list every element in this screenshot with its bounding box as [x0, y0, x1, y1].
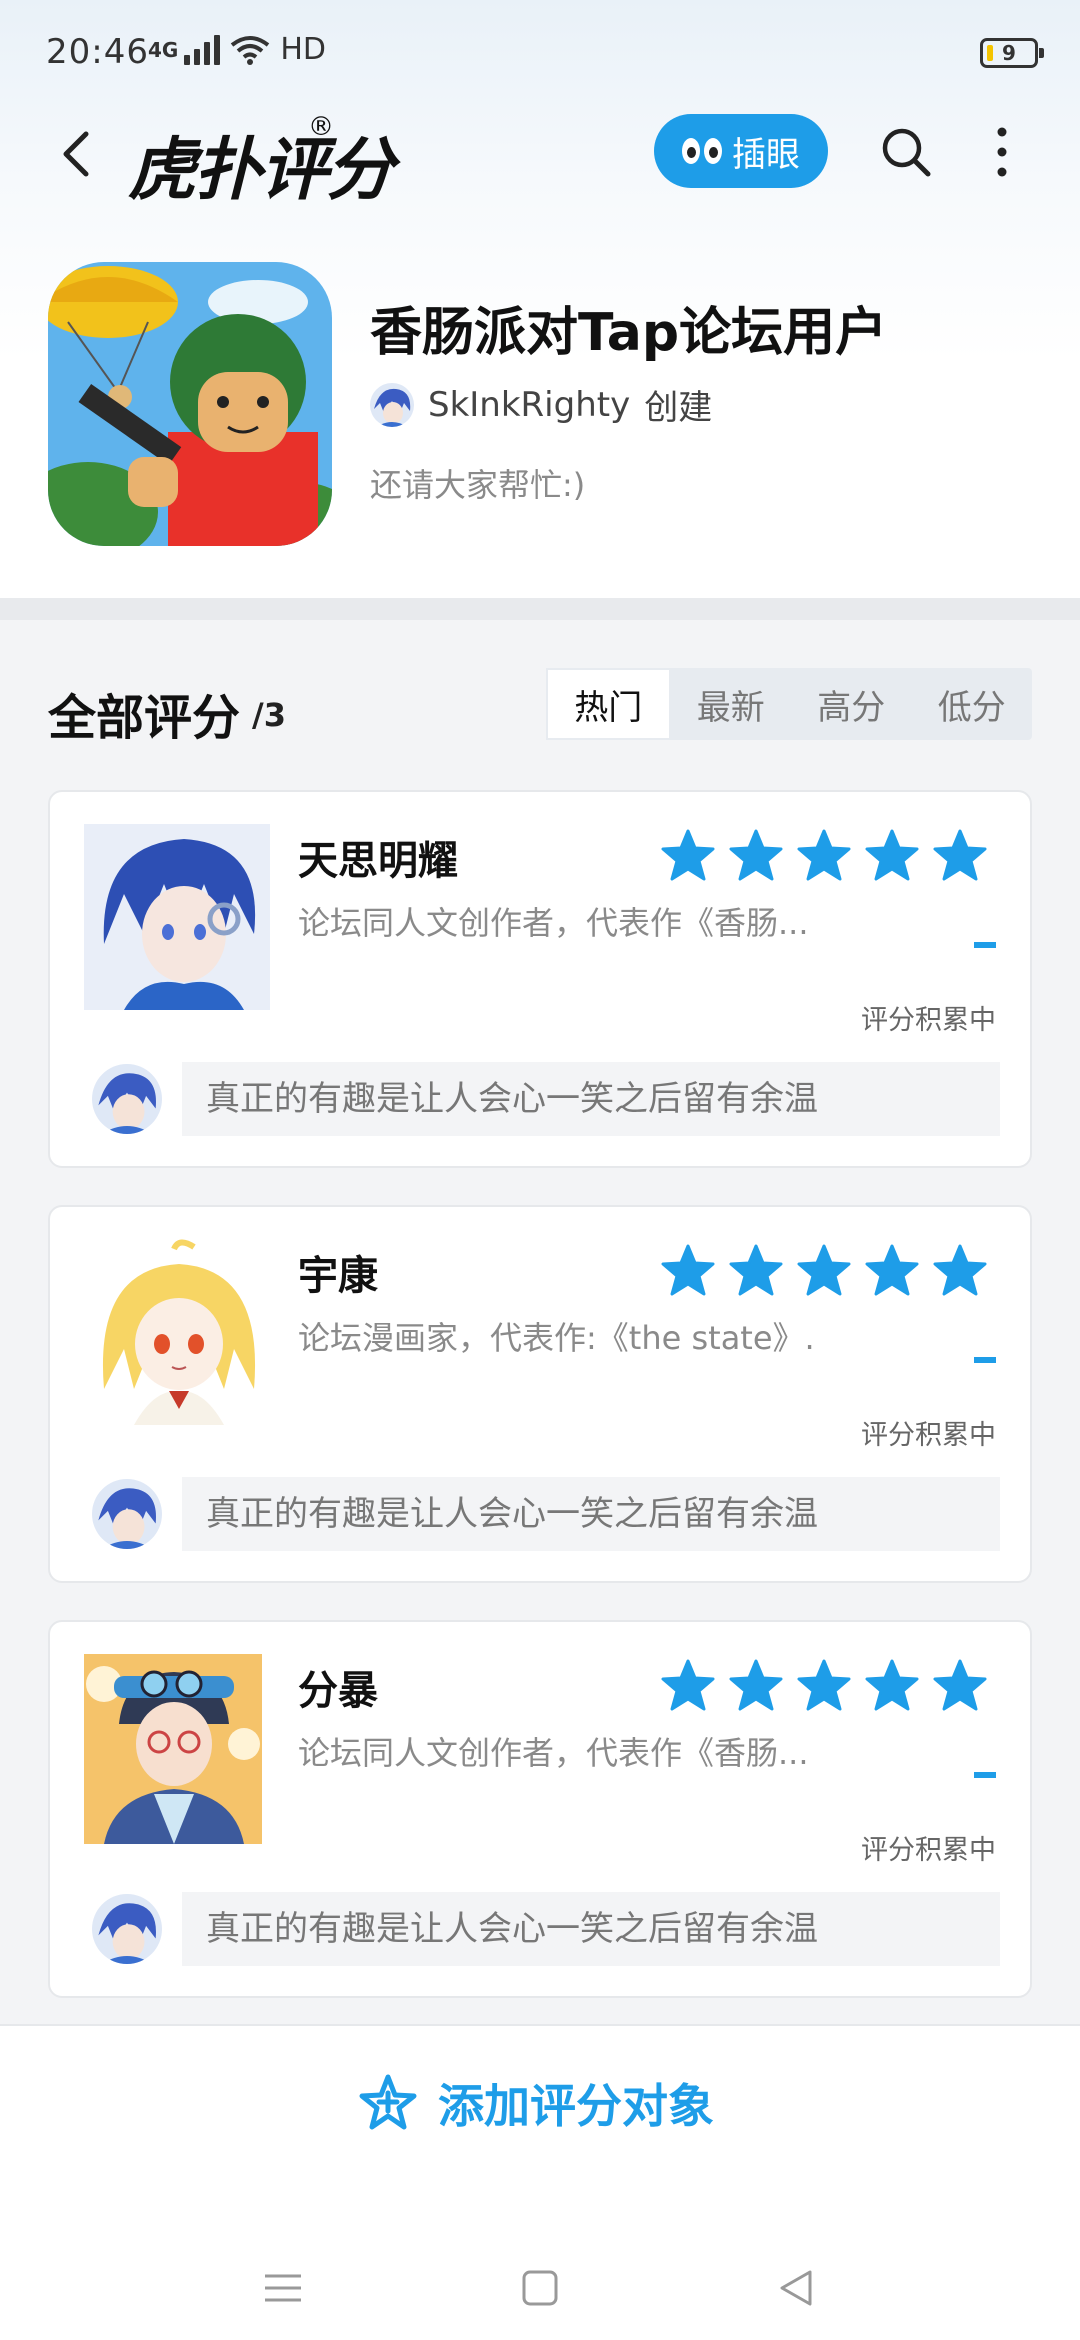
item-name: 分暴 — [298, 1668, 378, 1714]
star-icon[interactable] — [932, 828, 988, 884]
status-icons: 4G HD — [148, 32, 326, 67]
eyes-icon — [682, 138, 722, 164]
menu-icon[interactable] — [262, 2268, 304, 2308]
add-rating-object-label: 添加评分对象 — [438, 2079, 714, 2133]
rating-card[interactable]: 天思明耀 论坛同人文创作者，代表作《香肠... 评分积累中 真正的有趣是让人会心… — [48, 790, 1032, 1168]
peek-button[interactable]: 插眼 — [654, 114, 828, 188]
sort-tabs: 热门 最新 高分 低分 — [546, 668, 1032, 740]
creator-suffix: 创建 — [644, 388, 713, 428]
score-placeholder — [974, 1772, 996, 1778]
star-icon[interactable] — [728, 1243, 784, 1299]
item-subtitle: 论坛同人文创作者，代表作《香肠... — [298, 904, 809, 942]
star-icon[interactable] — [728, 828, 784, 884]
ratings-header: 全部评分 /3 热门 最新 高分 低分 — [0, 660, 1080, 750]
star-icon[interactable] — [660, 828, 716, 884]
logo-registered-mark: ® — [308, 112, 334, 142]
add-rating-object-button[interactable]: 添加评分对象 — [356, 2070, 714, 2136]
signal-icon — [184, 34, 221, 65]
star-icon[interactable] — [796, 1658, 852, 1714]
star-add-icon — [359, 2074, 417, 2130]
rating-status: 评分积累中 — [861, 1005, 996, 1036]
star-icon[interactable] — [932, 1243, 988, 1299]
star-icon[interactable] — [864, 828, 920, 884]
tab-low-score[interactable]: 低分 — [912, 668, 1033, 740]
score-placeholder — [974, 942, 996, 948]
section-divider — [0, 598, 1080, 620]
star-icon[interactable] — [796, 828, 852, 884]
score-placeholder — [974, 1357, 996, 1363]
status-time: 20:46 — [46, 32, 149, 72]
post-info: 香肠派对Tap论坛用户 SkInkRighty 创建 还请大家帮忙:) — [0, 260, 1080, 560]
item-avatar — [84, 1654, 262, 1844]
tab-high-score[interactable]: 高分 — [791, 668, 912, 740]
star-icon[interactable] — [864, 1658, 920, 1714]
nav-bar: 虎扑评分 ® 插眼 — [0, 108, 1080, 210]
back-button[interactable] — [50, 126, 106, 182]
item-name: 天思明耀 — [298, 838, 458, 884]
star-rating[interactable] — [660, 828, 988, 884]
commenter-avatar — [92, 1894, 162, 1964]
wifi-icon — [231, 35, 270, 65]
post-creator[interactable]: SkInkRighty 创建 — [370, 380, 712, 429]
star-icon[interactable] — [660, 1243, 716, 1299]
star-rating[interactable] — [660, 1243, 988, 1299]
ratings-title: 全部评分 — [48, 690, 241, 746]
rating-card[interactable]: 宇康 论坛漫画家，代表作:《the state》... 评分积累中 真正的有趣是… — [48, 1205, 1032, 1583]
creator-name: SkInkRighty — [428, 384, 631, 425]
more-menu-icon[interactable] — [982, 122, 1022, 182]
commenter-avatar — [92, 1064, 162, 1134]
post-description: 还请大家帮忙:) — [370, 466, 586, 504]
comment-input[interactable]: 真正的有趣是让人会心一笑之后留有余温 — [182, 1892, 1000, 1966]
header: 20:46 4G HD 9 虎扑评分 ® 插眼 香肠派对Tap论坛用户 SkIn… — [0, 0, 1080, 600]
peek-button-label: 插眼 — [732, 134, 800, 175]
battery-icon: 9 — [980, 38, 1044, 68]
rating-status: 评分积累中 — [861, 1835, 996, 1866]
footer: 添加评分对象 — [0, 2024, 1080, 2340]
search-icon[interactable] — [876, 122, 936, 182]
home-icon[interactable] — [520, 2268, 560, 2308]
network-type: 4G — [148, 37, 179, 62]
tab-newest[interactable]: 最新 — [671, 668, 792, 740]
system-nav-bar — [0, 2248, 1080, 2328]
commenter-avatar — [92, 1479, 162, 1549]
star-icon[interactable] — [932, 1658, 988, 1714]
creator-avatar — [370, 382, 414, 427]
item-subtitle: 论坛漫画家，代表作:《the state》... — [298, 1319, 818, 1357]
tab-hot[interactable]: 热门 — [546, 668, 671, 740]
comment-input[interactable]: 真正的有趣是让人会心一笑之后留有余温 — [182, 1477, 1000, 1551]
star-icon[interactable] — [796, 1243, 852, 1299]
app-logo: 虎扑评分 — [128, 130, 394, 210]
back-nav-icon[interactable] — [776, 2268, 816, 2308]
item-name: 宇康 — [298, 1253, 378, 1299]
star-icon[interactable] — [660, 1658, 716, 1714]
rating-card[interactable]: 分暴 论坛同人文创作者，代表作《香肠... 评分积累中 真正的有趣是让人会心一笑… — [48, 1620, 1032, 1998]
comment-input[interactable]: 真正的有趣是让人会心一笑之后留有余温 — [182, 1062, 1000, 1136]
post-title: 香肠派对Tap论坛用户 — [370, 303, 888, 363]
post-cover-image — [48, 262, 332, 546]
star-icon[interactable] — [864, 1243, 920, 1299]
status-bar: 20:46 4G HD 9 — [0, 22, 1080, 88]
item-avatar — [84, 824, 270, 1010]
star-icon[interactable] — [728, 1658, 784, 1714]
star-rating[interactable] — [660, 1658, 988, 1714]
rating-status: 评分积累中 — [861, 1420, 996, 1451]
item-subtitle: 论坛同人文创作者，代表作《香肠... — [298, 1734, 809, 1772]
ratings-count: /3 — [252, 696, 286, 734]
item-avatar — [84, 1239, 270, 1425]
hd-indicator: HD — [280, 32, 327, 67]
